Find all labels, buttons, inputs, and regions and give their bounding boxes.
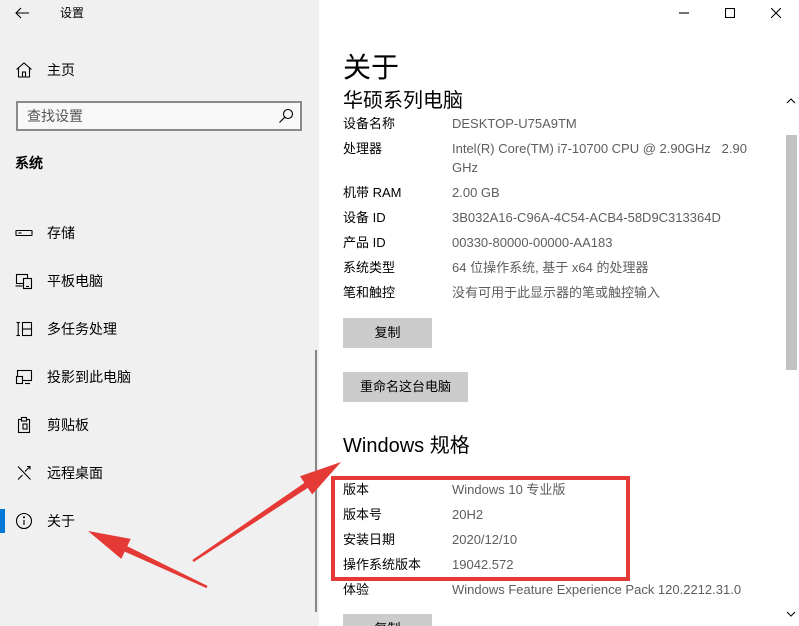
sidebar-item-home[interactable]: 主页 — [0, 46, 312, 94]
sidebar-item-storage[interactable]: 存储 — [0, 209, 312, 257]
spec-label: 安装日期 — [343, 532, 396, 547]
spec-label: 版本号 — [343, 507, 383, 522]
sidebar-item-clipboard[interactable]: 剪贴板 — [0, 401, 312, 449]
spec-label: 操作系统版本 — [343, 557, 422, 572]
storage-icon — [15, 229, 33, 237]
spec-row-ram: 机带 RAM 2.00 GB — [343, 183, 763, 202]
spec-value: Windows Feature Experience Pack 120.2212… — [452, 582, 742, 597]
spec-value: Intel(R) Core(TM) i7-10700 CPU @ 2.90GHz… — [452, 141, 751, 175]
multitasking-icon — [16, 321, 33, 337]
device-specs: 设备名称 DESKTOP-U75A9TM 处理器 Intel(R) Core(TM)… — [343, 114, 763, 308]
info-icon — [15, 512, 33, 530]
spec-row-os-build: 操作系统版本 19042.572 — [343, 555, 763, 574]
windows-specs-heading: Windows 规格 — [343, 435, 470, 457]
spec-label: 机带 RAM — [343, 185, 402, 200]
sidebar-item-remote-desktop[interactable]: 远程桌面 — [0, 449, 312, 497]
spec-row-pen-touch: 笔和触控 没有可用于此显示器的笔或触控输入 — [343, 283, 763, 302]
sidebar-item-label: 多任务处理 — [47, 321, 117, 337]
sidebar-item-label: 剪贴板 — [47, 417, 89, 433]
spec-row-device-id: 设备 ID 3B032A16-C96A-4C54-ACB4-58D9C313364… — [343, 208, 763, 227]
search-box[interactable] — [16, 101, 302, 131]
scroll-down-arrow-icon[interactable] — [785, 608, 797, 620]
sidebar-item-label: 远程桌面 — [47, 465, 103, 481]
spec-label: 产品 ID — [343, 235, 386, 250]
page-title: 关于 — [343, 52, 400, 83]
sidebar-item-label: 关于 — [47, 513, 75, 529]
spec-value: 00330-80000-00000-AA183 — [452, 235, 613, 250]
sidebar-item-about[interactable]: 关于 — [0, 497, 312, 545]
maximize-icon — [725, 8, 735, 18]
sidebar-item-tablet[interactable]: 平板电脑 — [0, 257, 312, 305]
scrollbar-thumb[interactable] — [786, 135, 797, 370]
back-button[interactable] — [0, 0, 44, 26]
copy-device-specs-button[interactable]: 复制 — [343, 318, 432, 348]
sidebar-scrollbar[interactable] — [315, 350, 317, 612]
search-input[interactable] — [18, 103, 268, 129]
spec-row-install-date: 安装日期 2020/12/10 — [343, 530, 763, 549]
selected-indicator — [0, 509, 5, 533]
spec-row-edition: 版本 Windows 10 专业版 — [343, 480, 763, 499]
tablet-icon — [15, 273, 33, 290]
spec-label: 设备 ID — [343, 210, 386, 225]
spec-value: Windows 10 专业版 — [452, 482, 566, 497]
home-icon — [16, 62, 32, 78]
sidebar-item-label: 平板电脑 — [47, 273, 103, 289]
spec-row-version: 版本号 20H2 — [343, 505, 763, 524]
spec-label: 版本 — [343, 482, 370, 497]
spec-value: 没有可用于此显示器的笔或触控输入 — [452, 285, 661, 300]
spec-value: 20H2 — [452, 507, 484, 522]
section-title: 系统 — [15, 155, 43, 171]
rename-pc-button[interactable]: 重命名这台电脑 — [343, 372, 468, 402]
spec-value: 2020/12/10 — [452, 532, 518, 547]
minimize-button[interactable] — [661, 0, 707, 26]
clipboard-icon — [17, 416, 31, 434]
search-icon[interactable] — [278, 108, 294, 124]
back-arrow-icon — [15, 7, 29, 19]
sidebar-item-label: 主页 — [47, 62, 75, 78]
copy-windows-specs-button[interactable]: 复制 — [343, 614, 432, 626]
spec-label: 系统类型 — [343, 260, 396, 275]
sidebar-item-project[interactable]: 投影到此电脑 — [0, 353, 312, 401]
app-title: 设置 — [60, 6, 85, 20]
main-content: 关于 华硕系列电脑 设备名称 DESKTOP-U75A9TM 处理器 Intel(R… — [319, 0, 799, 626]
spec-row-experience: 体验 Windows Feature Experience Pack 120.22… — [343, 580, 763, 599]
spec-row-system-type: 系统类型 64 位操作系统, 基于 x64 的处理器 — [343, 258, 763, 277]
spec-value: 19042.572 — [452, 557, 514, 572]
spec-label: 处理器 — [343, 141, 383, 156]
project-icon — [15, 369, 33, 385]
windows-specs: 版本 Windows 10 专业版 版本号 20H2 安装日期 2020/12/10 … — [343, 480, 763, 605]
sidebar-item-label: 存储 — [47, 225, 75, 241]
scroll-up-arrow-icon[interactable] — [785, 95, 797, 107]
spec-row-processor: 处理器 Intel(R) Core(TM) i7-10700 CPU @ 2.90… — [343, 139, 763, 177]
spec-value: 64 位操作系统, 基于 x64 的处理器 — [452, 260, 649, 275]
spec-value: 2.00 GB — [452, 185, 500, 200]
spec-label: 体验 — [343, 582, 370, 597]
spec-value: DESKTOP-U75A9TM — [452, 116, 577, 131]
remote-desktop-icon — [17, 465, 31, 480]
sidebar-item-label: 投影到此电脑 — [47, 369, 131, 385]
close-icon — [771, 8, 781, 18]
minimize-icon — [679, 12, 689, 14]
sidebar: 设置 主页 系统 存储 平板电脑 多任务处理 投影到此电脑 剪贴板 远程桌面 关… — [0, 0, 319, 626]
spec-value: 3B032A16-C96A-4C54-ACB4-58D9C313364D — [452, 210, 721, 225]
device-heading: 华硕系列电脑 — [343, 90, 463, 112]
maximize-button[interactable] — [707, 0, 753, 26]
spec-row-device-name: 设备名称 DESKTOP-U75A9TM — [343, 114, 763, 133]
spec-label: 设备名称 — [343, 116, 396, 131]
spec-label: 笔和触控 — [343, 285, 396, 300]
close-button[interactable] — [753, 0, 799, 26]
sidebar-item-multitasking[interactable]: 多任务处理 — [0, 305, 312, 353]
spec-row-product-id: 产品 ID 00330-80000-00000-AA183 — [343, 233, 763, 252]
